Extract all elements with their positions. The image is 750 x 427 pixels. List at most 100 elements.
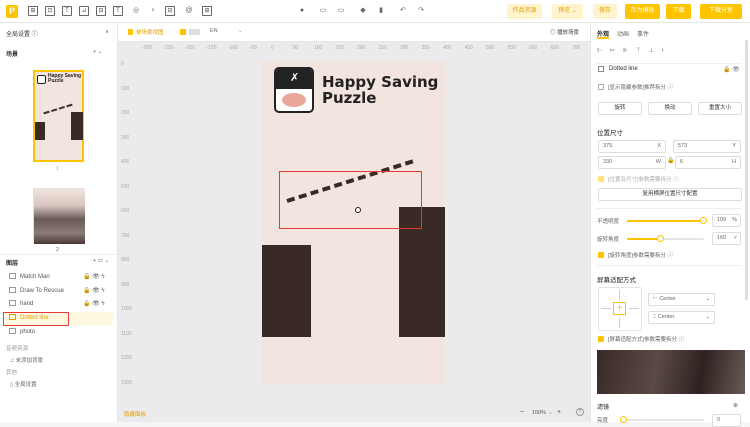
show-hidden-checkbox[interactable] — [598, 84, 604, 90]
scene1-title: Happy Saving Puzzle — [48, 73, 82, 84]
image-tool-icon[interactable]: ⊞ — [28, 6, 38, 16]
game-logo-icon: ✗ — [274, 67, 314, 113]
h-align-select[interactable]: ⊢ Center ⌄ — [648, 293, 715, 306]
tab-events[interactable]: 事件 — [637, 29, 649, 38]
scene-thumbnail-1[interactable]: Happy Saving Puzzle — [33, 70, 84, 162]
other-item[interactable]: ▯ 全局设置 — [10, 380, 37, 388]
play-scene-button[interactable]: ◎ 播放场景 — [550, 28, 579, 36]
v-align-select[interactable]: ⌶ Center ⌄ — [648, 311, 715, 324]
preview-button[interactable]: 预览 ⌄ — [552, 4, 583, 19]
panel-scrollbar[interactable] — [745, 40, 748, 300]
shape-tool-icon[interactable]: ⊿ — [79, 6, 89, 16]
h-input[interactable]: 6H — [675, 156, 741, 169]
layer-tool-icon[interactable]: ● — [297, 6, 307, 16]
layer-item-hand[interactable]: hand 🔒 👁 ϟ — [5, 298, 113, 311]
opacity-slider[interactable] — [627, 220, 704, 222]
single-scene-view[interactable]: 单场景视图 — [136, 28, 164, 36]
x-input[interactable]: 375 X — [598, 140, 666, 153]
widget-tool-icon[interactable]: ⊞ — [202, 6, 212, 16]
zoom-out-button[interactable]: − — [520, 409, 524, 416]
download-button[interactable]: 下载 — [666, 4, 691, 19]
folder-tool-icon[interactable]: ▭ — [318, 6, 328, 16]
person-tool-icon[interactable]: ♀ — [148, 6, 158, 16]
ruler-x-label: 450 — [464, 45, 473, 51]
pos-split-checkbox[interactable] — [598, 176, 604, 182]
layers-controls[interactable]: + ▭ ⌄ — [93, 258, 109, 264]
swap-button[interactable]: 换动 — [648, 102, 692, 115]
brightness-input[interactable]: 0 — [712, 414, 741, 427]
y-input[interactable]: 573 Y — [673, 140, 741, 153]
grid-tool-icon[interactable]: ⊟ — [165, 6, 175, 16]
lock-ratio-icon[interactable]: 🔒 — [667, 157, 674, 164]
chevron-down-icon[interactable]: ⌄ — [238, 28, 243, 34]
image-icon — [9, 328, 16, 335]
active-tab-underline — [597, 37, 609, 39]
reset-size-button[interactable]: 重置大小 — [698, 102, 742, 115]
rotation-split-checkbox[interactable] — [598, 252, 604, 258]
color-swatch-1[interactable] — [180, 29, 186, 35]
global-settings-label[interactable]: 全局设置 ⓘ — [6, 29, 38, 38]
element-name[interactable]: Dotted line — [609, 66, 638, 72]
selection-box — [279, 171, 422, 229]
scene-section-title: 场景 — [6, 52, 19, 58]
text-tool-icon[interactable]: T — [62, 6, 72, 16]
scene-controls[interactable]: + ⌄ — [93, 49, 102, 55]
zoom-in-button[interactable]: + — [557, 409, 561, 416]
rotation-input[interactable]: 160 ˅ — [712, 232, 741, 245]
ruler-x-label: 300 — [400, 45, 409, 51]
opacity-input[interactable]: 100% — [712, 214, 741, 227]
collapse-icon[interactable]: ∧ — [105, 29, 109, 35]
lock-eye-icons[interactable]: 🔒 👁 ϟ — [83, 298, 105, 311]
download-share-button[interactable]: 下载分享 — [700, 4, 742, 19]
pink-blob-icon — [282, 93, 306, 107]
save-template-button[interactable]: 存为模板 — [625, 4, 660, 19]
ruler-x-label: 400 — [443, 45, 452, 51]
layer-item-photo[interactable]: photo — [5, 326, 113, 339]
at-tool-icon[interactable]: @ — [184, 6, 194, 16]
align-toolbar[interactable]: ⊩ ⊨ ⊪ ⊤ ⊥ ⊦ — [597, 47, 668, 54]
lock-eye-icons[interactable]: 🔒 👁 ϟ — [83, 285, 105, 298]
horizontal-ruler: -300 -250 -200 -150 -100 -50 0 50 100 150 200 250 30… — [118, 45, 602, 53]
color-swatch-2[interactable] — [189, 29, 200, 35]
help-icon[interactable]: ? — [576, 408, 584, 416]
brightness-slider[interactable] — [622, 419, 704, 421]
language-select[interactable]: EN — [210, 28, 218, 34]
divider — [596, 208, 742, 209]
hide-panel-button[interactable]: 隐藏面板 — [124, 410, 146, 418]
audio-item[interactable]: ♫ 未添加背景 — [10, 356, 43, 364]
ruler-y-label: 900 — [121, 281, 130, 288]
w-input[interactable]: 330 W — [598, 156, 666, 169]
folder2-tool-icon[interactable]: ▭ — [336, 6, 346, 16]
ruler-y-label: 800 — [121, 257, 130, 263]
rotate-button[interactable]: 旋转 — [598, 102, 642, 115]
scene-thumbnail-2[interactable] — [33, 188, 85, 244]
anchor-center-icon[interactable]: + — [613, 302, 626, 315]
lock-eye-icons[interactable]: 🔒 👁 — [723, 66, 740, 73]
label-tool-icon[interactable]: T — [113, 6, 123, 16]
adapt-split-checkbox[interactable] — [598, 336, 604, 342]
trash-tool-icon[interactable]: ▮ — [376, 6, 386, 16]
apply-landscape-button[interactable]: 复用横屏位置尺寸配置 — [598, 188, 742, 201]
layer-item-draw-to-rescue[interactable]: Draw To Rescue 🔒 👁 ϟ — [5, 285, 113, 298]
works-resource-button[interactable]: 作品资源 — [507, 4, 542, 19]
rotation-slider-knob[interactable] — [656, 235, 664, 242]
layout-tool-icon[interactable]: ⊟ — [96, 6, 106, 16]
layer-item-match-man[interactable]: Match Man 🔒 👁 ϟ — [5, 271, 113, 284]
scene1-number: 1 — [56, 166, 60, 172]
save-button[interactable]: 保存 — [593, 4, 617, 19]
chevron-down-icon[interactable]: ⌄ — [548, 410, 553, 416]
target-tool-icon[interactable]: ◎ — [131, 6, 141, 16]
opacity-slider-knob[interactable] — [700, 217, 707, 224]
frame-tool-icon[interactable]: ⊡ — [45, 6, 55, 16]
add-filter-icon[interactable]: ⊕ — [733, 402, 738, 409]
group-tool-icon[interactable]: ◆ — [358, 6, 368, 16]
redo-icon[interactable]: ↷ — [416, 6, 426, 16]
tab-animation[interactable]: 动画 — [617, 29, 629, 38]
zoom-level[interactable]: 100% — [532, 410, 546, 416]
ruler-x-label: -150 — [206, 45, 217, 51]
undo-icon[interactable]: ↶ — [398, 6, 408, 16]
rotation-slider[interactable] — [627, 238, 704, 240]
screen-adapt-title: 屏幕适配方式 — [597, 277, 636, 284]
lock-eye-icons[interactable]: 🔒 👁 ϟ — [83, 271, 105, 284]
anchor-widget[interactable]: + — [598, 287, 642, 331]
